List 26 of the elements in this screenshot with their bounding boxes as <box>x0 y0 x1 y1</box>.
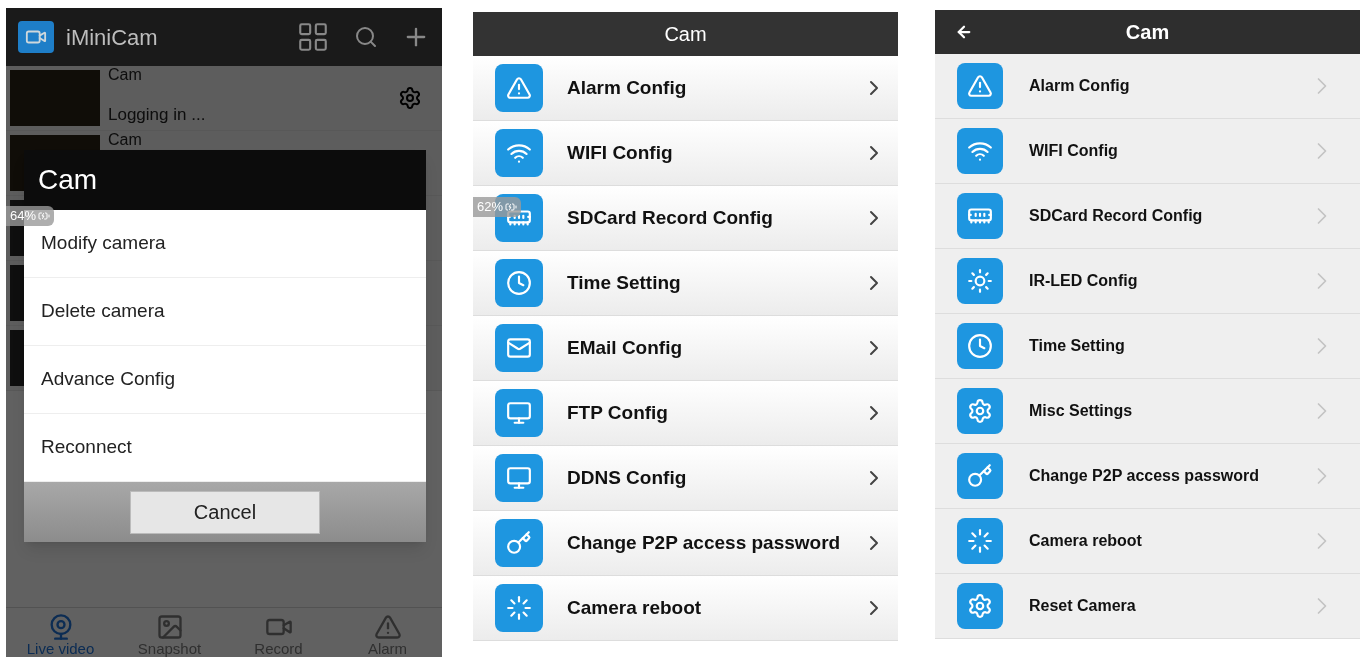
settings-label: Camera reboot <box>1028 531 1143 551</box>
settings-label: WIFI Config <box>566 140 674 165</box>
settings-label: Camera reboot <box>566 595 703 620</box>
camera-status: Logging in ... <box>108 106 207 124</box>
camera-name: Cam <box>108 66 143 84</box>
app-title: iMiniCam <box>66 23 159 52</box>
settings-label: EMail Config <box>566 335 684 360</box>
camera-name: Cam <box>108 131 143 149</box>
settings-label: SDCard Record Config <box>566 205 774 230</box>
settings-label: DDNS Config <box>566 465 688 490</box>
screen-title: Cam <box>664 22 707 47</box>
dialog-title: Cam <box>38 163 98 197</box>
settings-label: Change P2P access password <box>566 530 842 555</box>
settings-label: Alarm Config <box>566 75 688 100</box>
settings-label: Alarm Config <box>1028 76 1131 96</box>
settings-label: WIFI Config <box>1028 141 1119 161</box>
screen-title: Cam <box>1125 20 1170 45</box>
settings-label: IR-LED Config <box>1028 271 1139 291</box>
settings-label: Reset Camera <box>1028 596 1137 616</box>
settings-label: Time Setting <box>1028 336 1126 356</box>
settings-label: FTP Config <box>566 400 669 425</box>
settings-label: Time Setting <box>566 270 682 295</box>
settings-label: SDCard Record Config <box>1028 206 1204 226</box>
settings-label: Misc Settings <box>1028 401 1134 421</box>
settings-label: Change P2P access password <box>1028 466 1261 486</box>
battery-percentage: 62% <box>477 198 504 216</box>
